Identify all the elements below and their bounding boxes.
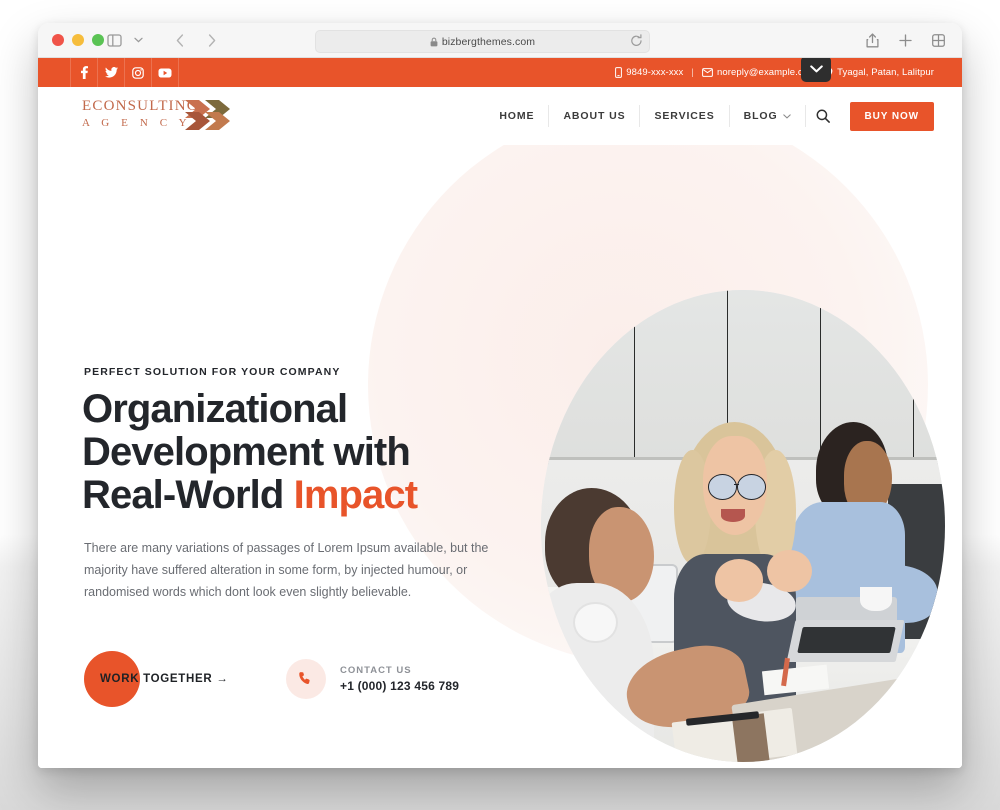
headline-line-1: Organizational	[82, 387, 348, 431]
page-title: Organizational Development with Real-Wor…	[82, 388, 502, 517]
work-together-label: WORK TOGETHER →	[100, 673, 229, 685]
top-contact-info: 9849-xxx-xxx | noreply@example.com Tyaga	[615, 58, 934, 87]
back-button[interactable]	[168, 30, 192, 50]
logo-line-2: A G E N C Y	[82, 117, 192, 129]
facebook-icon[interactable]	[70, 58, 97, 87]
hero-paragraph: There are many variations of passages of…	[84, 541, 489, 599]
contact-us-label: CONTACT US	[340, 665, 412, 676]
phone-icon	[286, 659, 326, 699]
buy-now-button[interactable]: BUY NOW	[849, 101, 934, 131]
headline-accent-word: Impact	[293, 473, 418, 517]
address-bar-text: bizbergthemes.com	[441, 35, 536, 48]
nav-item-home[interactable]: HOME	[485, 105, 548, 127]
contact-us-block[interactable]: CONTACT US +1 (000) 123 456 789	[286, 659, 459, 699]
window-controls[interactable]	[52, 34, 104, 46]
hero-section: PERFECT SOLUTION FOR YOUR COMPANY Organi…	[38, 145, 962, 768]
tab-overview-button[interactable]	[926, 30, 950, 50]
chevron-down-overlay-chip[interactable]	[801, 58, 831, 82]
instagram-icon[interactable]	[124, 58, 151, 87]
work-together-button[interactable]: WORK TOGETHER →	[84, 651, 264, 707]
nav-item-about-us-label: ABOUT US	[563, 110, 626, 122]
chevron-down-icon[interactable]	[126, 30, 150, 50]
nav-item-about-us[interactable]: ABOUT US	[548, 105, 639, 127]
headline-line-3: Real-World	[82, 473, 294, 517]
browser-toolbar: bizbergthemes.com	[38, 23, 962, 58]
browser-window: bizbergthemes.com 9849-xxx-xxx | noreply…	[38, 23, 962, 768]
top-location-text: Tyagal, Patan, Lalitpur	[837, 67, 934, 78]
address-bar[interactable]: bizbergthemes.com	[315, 30, 650, 53]
hero-cta-row: WORK TOGETHER → CONTACT US +1 (000) 123 …	[84, 651, 459, 707]
nav-item-blog-label: BLOG	[743, 110, 778, 122]
nav-item-services[interactable]: SERVICES	[639, 105, 728, 127]
nav-item-services-label: SERVICES	[654, 110, 715, 122]
screen: bizbergthemes.com 9849-xxx-xxx | noreply…	[0, 0, 1000, 810]
logo-line-1: ECONSULTING	[82, 98, 199, 114]
contact-phone-number: +1 (000) 123 456 789	[340, 679, 460, 693]
nav-buttons-group	[168, 30, 224, 50]
lock-icon	[430, 37, 438, 47]
site-header: ECONSULTING A G E N C Y HOME ABOUT US SE…	[38, 87, 962, 145]
twitter-icon[interactable]	[97, 58, 124, 87]
youtube-icon[interactable]	[151, 58, 179, 87]
sidebar-group[interactable]	[102, 30, 150, 50]
top-phone[interactable]: 9849-xxx-xxx	[615, 67, 683, 78]
top-email[interactable]: noreply@example.com	[702, 67, 816, 78]
page-viewport: 9849-xxx-xxx | noreply@example.com Tyaga	[38, 58, 962, 768]
nav-item-blog[interactable]: BLOG	[728, 105, 805, 127]
main-navigation: HOME ABOUT US SERVICES BLOG BUY NOW	[485, 87, 934, 145]
top-utility-bar: 9849-xxx-xxx | noreply@example.com Tyaga	[38, 58, 962, 87]
site-logo[interactable]: ECONSULTING A G E N C Y	[82, 95, 232, 137]
chevron-down-icon	[782, 113, 791, 119]
top-location: Tyagal, Patan, Lalitpur	[825, 67, 934, 78]
new-tab-button[interactable]	[893, 30, 917, 50]
headline-line-2: Development with	[82, 430, 411, 474]
hero-eyebrow: PERFECT SOLUTION FOR YOUR COMPANY	[84, 366, 341, 378]
minimize-window-button[interactable]	[72, 34, 84, 46]
nav-item-home-label: HOME	[499, 110, 535, 122]
top-separator-1: |	[691, 67, 694, 78]
double-chevron-arrow-icon	[185, 98, 233, 137]
top-phone-text: 9849-xxx-xxx	[626, 67, 684, 78]
toolbar-left-group	[102, 30, 224, 50]
hero-image-scene	[541, 290, 945, 762]
phone-icon	[615, 67, 623, 78]
reload-button[interactable]	[630, 34, 643, 53]
logo-text: ECONSULTING A G E N C Y	[82, 99, 199, 130]
hero-image	[541, 290, 945, 762]
toolbar-right-group	[860, 30, 950, 50]
envelope-icon	[702, 68, 713, 77]
contact-text-block: CONTACT US +1 (000) 123 456 789	[340, 665, 459, 693]
social-links	[70, 58, 179, 87]
share-icon[interactable]	[860, 30, 884, 50]
close-window-button[interactable]	[52, 34, 64, 46]
sidebar-icon[interactable]	[102, 30, 126, 50]
search-icon[interactable]	[804, 105, 840, 127]
forward-button[interactable]	[200, 30, 224, 50]
